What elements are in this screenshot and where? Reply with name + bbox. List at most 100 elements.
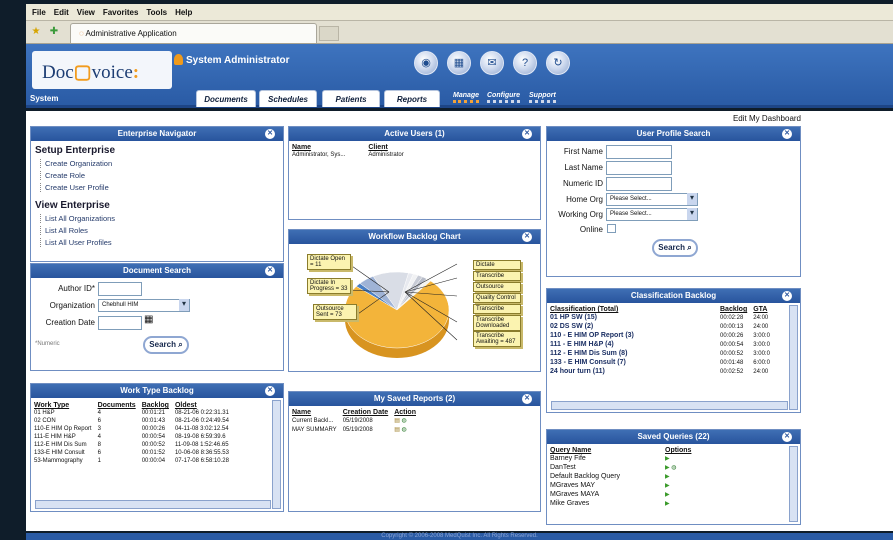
- tab-documents[interactable]: Documents: [196, 90, 256, 107]
- query-name[interactable]: MGraves MAY: [547, 481, 662, 490]
- run-query-icon[interactable]: ▶: [665, 474, 670, 480]
- table-row[interactable]: 24 hour turn (11) 00:02:52 24:00: [547, 367, 773, 376]
- collapse-icon[interactable]: ✕: [522, 232, 532, 242]
- delete-icon[interactable]: ◍: [402, 418, 407, 424]
- edit-icon[interactable]: ▤: [394, 427, 400, 433]
- query-name[interactable]: Mike Graves: [547, 499, 662, 508]
- menu-view[interactable]: View: [77, 8, 95, 17]
- online-checkbox[interactable]: [607, 224, 616, 233]
- create-role-link[interactable]: Create Role: [40, 171, 279, 180]
- mail-icon[interactable]: ✉: [480, 51, 504, 75]
- first-name-input[interactable]: [606, 145, 672, 159]
- horizontal-scrollbar[interactable]: [551, 401, 788, 410]
- table-row[interactable]: 02 CON 6 00:01:43 08-21-06 0:24:49.54: [31, 417, 232, 425]
- table-row[interactable]: MGraves MAYA ▶: [547, 490, 694, 499]
- list-roles-link[interactable]: List All Roles: [40, 226, 279, 235]
- column-header[interactable]: Oldest: [172, 402, 232, 409]
- table-row[interactable]: 112 - E HIM Dis Sum (8) 00:00:52 3:00:0: [547, 349, 773, 358]
- calendar-icon[interactable]: ▦: [144, 314, 153, 325]
- help-icon[interactable]: ?: [513, 51, 537, 75]
- create-user-profile-link[interactable]: Create User Profile: [40, 183, 279, 192]
- last-name-input[interactable]: [606, 161, 672, 175]
- edit-dashboard-link[interactable]: Edit My Dashboard: [733, 114, 801, 123]
- table-row[interactable]: DanTest ▶ ◍: [547, 463, 694, 472]
- collapse-icon[interactable]: ✕: [782, 432, 792, 442]
- organization-select[interactable]: Chebhull HIM: [98, 299, 190, 312]
- table-row[interactable]: 133 - E HIM Consult (7) 00:01:48 6:00:0: [547, 358, 773, 367]
- run-query-icon[interactable]: ▶: [665, 501, 670, 507]
- table-row[interactable]: MAY SUMMARY 05/19/2008 ▤ ◍: [289, 425, 419, 434]
- document-search-button[interactable]: Search ⌕: [143, 336, 189, 354]
- table-row[interactable]: 110-E HIM Op Report 3 00:00:26 04-11-08 3:0…: [31, 425, 232, 433]
- link-manage[interactable]: Manage: [453, 92, 480, 103]
- vertical-scrollbar[interactable]: [272, 400, 281, 509]
- table-row[interactable]: Mike Graves ▶: [547, 499, 694, 508]
- vertical-scrollbar[interactable]: [789, 305, 798, 410]
- menu-tools[interactable]: Tools: [146, 8, 167, 17]
- browser-tab[interactable]: ◌ Administrative Application: [70, 23, 317, 43]
- run-query-icon[interactable]: ▶: [665, 456, 670, 462]
- table-row[interactable]: 111-E HIM H&P 4 00:00:54 08-19-08 6:59:39.6: [31, 433, 232, 441]
- refresh-icon[interactable]: ↻: [546, 51, 570, 75]
- list-user-profiles-link[interactable]: List All User Profiles: [40, 238, 279, 247]
- add-favorite-icon[interactable]: ✚: [48, 26, 60, 38]
- working-org-select[interactable]: Please Select...: [606, 208, 698, 221]
- menu-edit[interactable]: Edit: [54, 8, 69, 17]
- column-header[interactable]: Backlog: [139, 402, 172, 409]
- table-row[interactable]: Administrator, Sys... Administrator: [289, 151, 407, 159]
- table-row[interactable]: 110 - E HIM OP Report (3) 00:00:26 3:00:0: [547, 331, 773, 340]
- table-row[interactable]: 02 DS SW (2) 00:00:13 24:00: [547, 322, 773, 331]
- collapse-icon[interactable]: ✕: [782, 291, 792, 301]
- table-row[interactable]: 53-Mammography 1 00:00:04 07-17-08 6:58:10.…: [31, 457, 232, 465]
- delete-icon[interactable]: ◍: [670, 465, 676, 471]
- run-query-icon[interactable]: ▶: [665, 492, 670, 498]
- new-tab-button[interactable]: [319, 26, 339, 41]
- query-name[interactable]: MGraves MAYA: [547, 490, 662, 499]
- table-row[interactable]: 112-E HIM Dis Sum 8 00:00:52 11-09-08 1:52:…: [31, 441, 232, 449]
- column-header[interactable]: Work Type: [31, 402, 95, 409]
- run-query-icon[interactable]: ▶: [665, 483, 670, 489]
- menu-help[interactable]: Help: [175, 8, 192, 17]
- collapse-icon[interactable]: ✕: [522, 129, 532, 139]
- column-header[interactable]: Documents: [95, 402, 139, 409]
- horizontal-scrollbar[interactable]: [35, 500, 271, 509]
- profile-search-button[interactable]: Search ⌕: [652, 239, 698, 257]
- tab-patients[interactable]: Patients: [322, 90, 380, 107]
- tab-reports[interactable]: Reports: [384, 90, 440, 107]
- delete-icon[interactable]: ◍: [402, 427, 407, 433]
- creation-date-input[interactable]: [98, 316, 142, 330]
- query-name[interactable]: Barney Fife: [547, 454, 662, 463]
- query-name[interactable]: Default Backlog Query: [547, 472, 662, 481]
- globe-icon[interactable]: ◉: [414, 51, 438, 75]
- table-row[interactable]: Barney Fife ▶: [547, 454, 694, 463]
- calculator-icon[interactable]: ▦: [447, 51, 471, 75]
- table-row[interactable]: Default Backlog Query ▶: [547, 472, 694, 481]
- numeric-id-input[interactable]: [606, 177, 672, 191]
- table-row[interactable]: 01 HP SW (15) 00:02:28 24:00: [547, 313, 773, 322]
- query-name[interactable]: DanTest: [547, 463, 662, 472]
- column-header[interactable]: Classification (Total): [547, 306, 717, 313]
- table-row[interactable]: MGraves MAY ▶: [547, 481, 694, 490]
- author-id-input[interactable]: [98, 282, 142, 296]
- edit-icon[interactable]: ▤: [394, 418, 400, 424]
- link-support[interactable]: Support: [529, 92, 556, 103]
- create-organization-link[interactable]: Create Organization: [40, 159, 279, 168]
- collapse-icon[interactable]: ✕: [265, 129, 275, 139]
- column-header[interactable]: Backlog: [717, 306, 750, 313]
- collapse-icon[interactable]: ✕: [522, 394, 532, 404]
- table-row[interactable]: 111 - E HIM H&P (4) 00:00:54 3:00:0: [547, 340, 773, 349]
- table-row[interactable]: Current Backl... 05/19/2008 ▤ ◍: [289, 416, 419, 425]
- link-configure[interactable]: Configure: [487, 92, 521, 103]
- column-header[interactable]: GTA: [750, 306, 773, 313]
- menu-file[interactable]: File: [32, 8, 46, 17]
- vertical-scrollbar[interactable]: [789, 446, 798, 522]
- collapse-icon[interactable]: ✕: [265, 266, 275, 276]
- home-org-select[interactable]: Please Select...: [606, 193, 698, 206]
- collapse-icon[interactable]: ✕: [782, 129, 792, 139]
- list-organizations-link[interactable]: List All Organizations: [40, 214, 279, 223]
- favorites-star-icon[interactable]: ★: [30, 26, 42, 38]
- table-row[interactable]: 133-E HIM Consult 6 00:01:52 10-06-08 8:36:…: [31, 449, 232, 457]
- tab-schedules[interactable]: Schedules: [259, 90, 317, 107]
- collapse-icon[interactable]: ✕: [265, 386, 275, 396]
- table-row[interactable]: 01 H&P 4 00:01:21 08-21-06 0:22:31.31: [31, 409, 232, 417]
